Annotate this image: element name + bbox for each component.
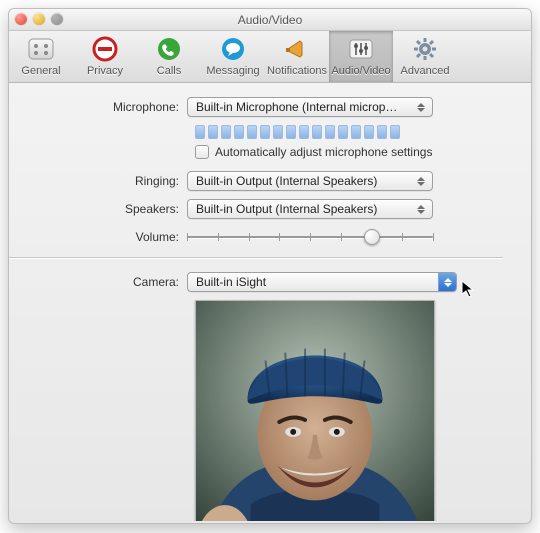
ringing-value: Built-in Output (Internal Speakers) xyxy=(196,174,414,188)
camera-row: Camera: Built-in iSight xyxy=(9,272,503,292)
ringing-select[interactable]: Built-in Output (Internal Speakers) xyxy=(187,171,433,191)
zoom-icon[interactable] xyxy=(51,13,63,25)
chat-bubble-icon xyxy=(216,35,250,63)
stepper-icon xyxy=(414,99,428,115)
camera-label: Camera: xyxy=(9,275,187,289)
tab-label: Messaging xyxy=(206,65,259,77)
tab-label: Calls xyxy=(157,65,181,77)
tab-advanced[interactable]: Advanced xyxy=(393,31,457,82)
auto-adjust-checkbox[interactable] xyxy=(195,145,209,159)
minimize-icon[interactable] xyxy=(33,13,45,25)
ringing-row: Ringing: Built-in Output (Internal Speak… xyxy=(9,171,503,191)
window-controls xyxy=(15,13,63,25)
window-title: Audio/Video xyxy=(9,9,531,31)
settings-pane: Microphone: Built-in Microphone (Interna… xyxy=(9,83,531,521)
camera-select[interactable]: Built-in iSight xyxy=(187,272,457,292)
tab-calls[interactable]: Calls xyxy=(137,31,201,82)
stepper-icon xyxy=(414,173,428,189)
microphone-value: Built-in Microphone (Internal microp… xyxy=(196,100,414,114)
volume-knob[interactable] xyxy=(364,229,380,245)
speakers-label: Speakers: xyxy=(9,202,187,216)
tab-privacy[interactable]: Privacy xyxy=(73,31,137,82)
camera-preview-image xyxy=(196,301,434,521)
megaphone-icon xyxy=(280,35,314,63)
microphone-level-meter xyxy=(195,125,503,139)
toolbar: General Privacy Calls xyxy=(9,31,531,83)
camera-value: Built-in iSight xyxy=(196,275,438,289)
microphone-label: Microphone: xyxy=(9,100,187,114)
gear-icon xyxy=(408,35,442,63)
camera-preview xyxy=(195,300,435,521)
titlebar: Audio/Video xyxy=(9,9,531,31)
tab-notifications[interactable]: Notifications xyxy=(265,31,329,82)
stepper-icon xyxy=(438,273,456,291)
volume-label: Volume: xyxy=(9,230,187,244)
tab-label: Privacy xyxy=(87,65,123,77)
ringing-label: Ringing: xyxy=(9,174,187,188)
speakers-select[interactable]: Built-in Output (Internal Speakers) xyxy=(187,199,433,219)
mouse-cursor-icon xyxy=(461,280,479,298)
volume-slider[interactable] xyxy=(187,227,433,247)
microphone-row: Microphone: Built-in Microphone (Interna… xyxy=(9,97,503,117)
tab-messaging[interactable]: Messaging xyxy=(201,31,265,82)
microphone-select[interactable]: Built-in Microphone (Internal microp… xyxy=(187,97,433,117)
tab-audio-video[interactable]: Audio/Video xyxy=(329,31,393,82)
separator xyxy=(9,257,503,258)
speakers-value: Built-in Output (Internal Speakers) xyxy=(196,202,414,216)
auto-adjust-label: Automatically adjust microphone settings xyxy=(215,145,432,159)
tab-label: General xyxy=(21,65,60,77)
tab-label: Audio/Video xyxy=(331,65,390,77)
auto-adjust-row: Automatically adjust microphone settings xyxy=(195,145,503,159)
close-icon[interactable] xyxy=(15,13,27,25)
tab-general[interactable]: General xyxy=(9,31,73,82)
stepper-icon xyxy=(414,201,428,217)
phone-icon xyxy=(152,35,186,63)
switches-icon xyxy=(24,35,58,63)
speakers-row: Speakers: Built-in Output (Internal Spea… xyxy=(9,199,503,219)
tab-label: Notifications xyxy=(267,65,327,77)
volume-row: Volume: xyxy=(9,227,503,247)
tab-label: Advanced xyxy=(401,65,450,77)
no-entry-icon xyxy=(88,35,122,63)
preferences-window: Audio/Video General Privacy xyxy=(8,8,532,524)
av-sliders-icon xyxy=(344,35,378,63)
